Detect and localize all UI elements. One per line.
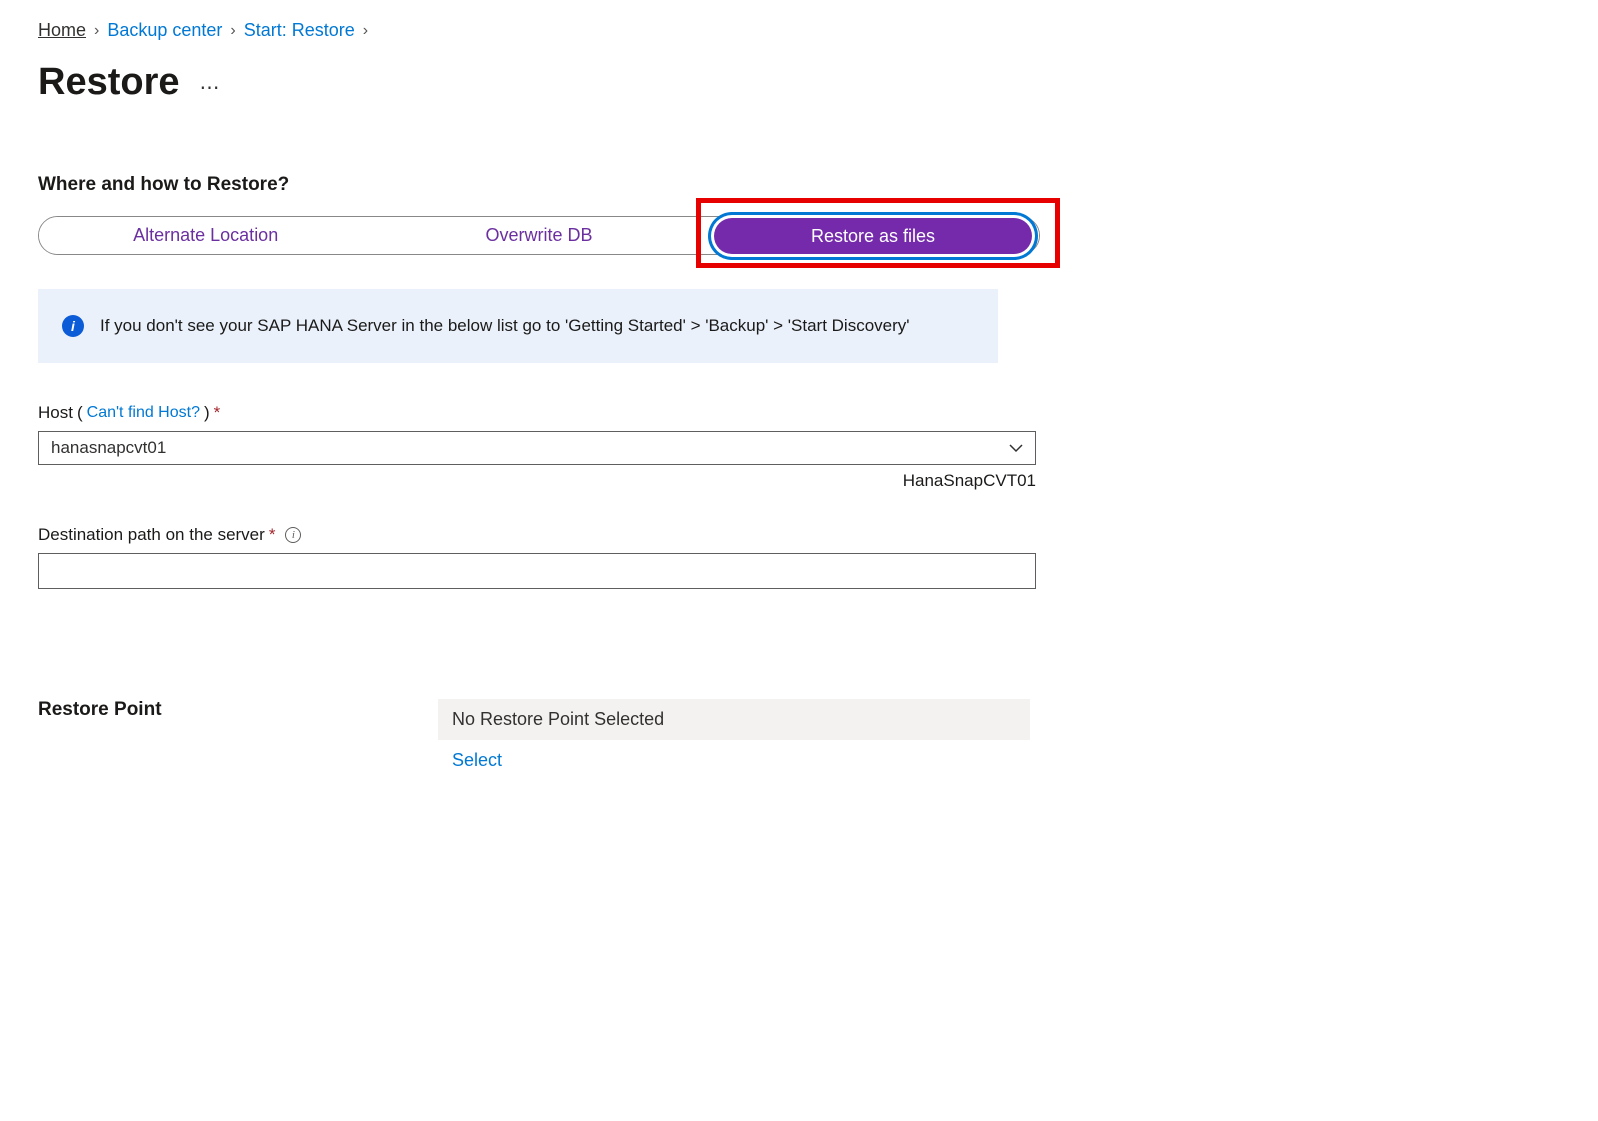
breadcrumb-home[interactable]: Home bbox=[38, 20, 86, 41]
info-circle-icon[interactable]: i bbox=[285, 527, 301, 543]
more-icon[interactable]: ⋯ bbox=[200, 65, 222, 100]
destination-path-input[interactable] bbox=[38, 553, 1036, 589]
chevron-down-icon bbox=[1009, 440, 1023, 456]
info-text: If you don't see your SAP HANA Server in… bbox=[100, 313, 910, 339]
section-heading: Where and how to Restore? bbox=[38, 174, 1560, 196]
host-select-value: hanasnapcvt01 bbox=[51, 438, 166, 458]
restore-point-value-wrap: No Restore Point Selected Select bbox=[438, 699, 1030, 771]
destination-path-field-group: Destination path on the server * i bbox=[38, 525, 1036, 589]
required-asterisk: * bbox=[269, 525, 276, 545]
host-paren-close: ) bbox=[204, 403, 210, 423]
host-field-group: Host (Can't find Host?) * hanasnapcvt01 … bbox=[38, 403, 1036, 491]
segment-restore-as-files[interactable]: Restore as files bbox=[714, 218, 1032, 254]
chevron-right-icon: › bbox=[363, 22, 368, 40]
chevron-right-icon: › bbox=[230, 22, 235, 40]
restore-type-segmented: Alternate Location Overwrite DB Restore … bbox=[38, 216, 1040, 255]
restore-point-value: No Restore Point Selected bbox=[438, 699, 1030, 740]
destination-path-label-text: Destination path on the server bbox=[38, 525, 265, 545]
segment-overwrite-db[interactable]: Overwrite DB bbox=[372, 217, 705, 254]
page-title: Restore bbox=[38, 61, 180, 104]
restore-point-label: Restore Point bbox=[38, 699, 438, 721]
host-paren-open: ( bbox=[77, 403, 83, 423]
cant-find-host-link[interactable]: Can't find Host? bbox=[87, 404, 200, 422]
restore-point-section: Restore Point No Restore Point Selected … bbox=[38, 699, 1560, 771]
segment-alternate-location[interactable]: Alternate Location bbox=[39, 217, 372, 254]
chevron-right-icon: › bbox=[94, 22, 99, 40]
host-select[interactable]: hanasnapcvt01 bbox=[38, 431, 1036, 465]
required-asterisk: * bbox=[214, 403, 221, 423]
breadcrumb-start-restore[interactable]: Start: Restore bbox=[244, 20, 355, 41]
info-box: i If you don't see your SAP HANA Server … bbox=[38, 289, 998, 363]
page-title-row: Restore ⋯ bbox=[38, 61, 1560, 104]
breadcrumb-backup-center[interactable]: Backup center bbox=[107, 20, 222, 41]
destination-path-label: Destination path on the server * i bbox=[38, 525, 1036, 545]
host-helper: HanaSnapCVT01 bbox=[38, 471, 1036, 491]
host-label: Host (Can't find Host?) * bbox=[38, 403, 1036, 423]
info-icon: i bbox=[62, 315, 84, 337]
breadcrumb: Home › Backup center › Start: Restore › bbox=[38, 20, 1560, 41]
restore-point-select-link[interactable]: Select bbox=[438, 750, 502, 771]
host-label-text: Host bbox=[38, 403, 73, 423]
